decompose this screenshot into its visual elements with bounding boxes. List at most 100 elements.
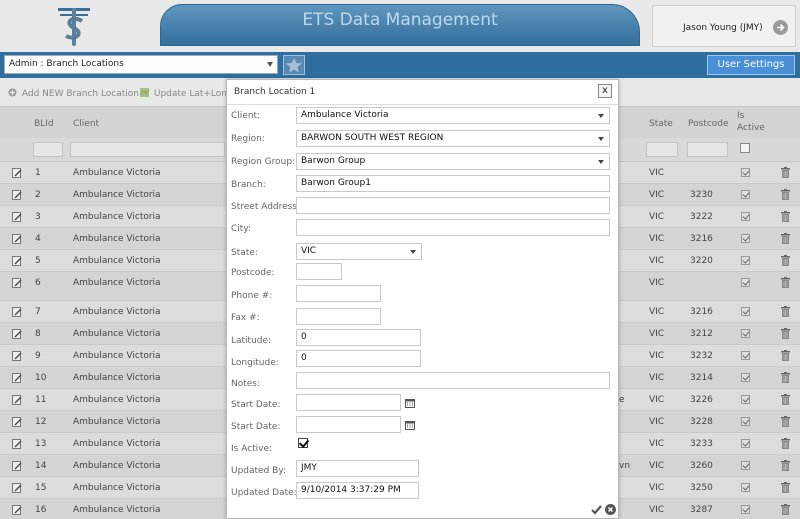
- filter-state-input[interactable]: [646, 142, 678, 157]
- trash-icon[interactable]: [781, 328, 790, 339]
- is-active-checkbox[interactable]: [741, 439, 750, 448]
- edit-icon[interactable]: [12, 212, 22, 222]
- cell-blid: 6: [35, 278, 41, 288]
- filter-postcode-input[interactable]: [687, 142, 728, 157]
- cell-state: VIC: [649, 190, 665, 200]
- edit-icon[interactable]: [12, 256, 22, 266]
- edit-icon[interactable]: [12, 234, 22, 244]
- column-header-is-active[interactable]: Is Active: [737, 110, 771, 134]
- is-active-checkbox[interactable]: [741, 307, 750, 316]
- trash-icon[interactable]: [781, 211, 790, 222]
- edit-icon[interactable]: [12, 395, 22, 405]
- favorite-star-button[interactable]: [283, 55, 305, 75]
- latitude-input[interactable]: 0: [296, 329, 421, 346]
- edit-icon[interactable]: [12, 373, 22, 383]
- is-active-checkbox[interactable]: [741, 395, 750, 404]
- state-select-value: VIC: [301, 246, 317, 256]
- trash-icon[interactable]: [781, 460, 790, 471]
- column-header-client[interactable]: Client: [73, 119, 99, 129]
- branch-input[interactable]: Barwon Group1: [296, 175, 610, 192]
- filter-client-input[interactable]: [70, 142, 225, 157]
- is-active-checkbox[interactable]: [741, 329, 750, 338]
- is-active-checkbox[interactable]: [741, 212, 750, 221]
- edit-icon[interactable]: [12, 329, 22, 339]
- edit-icon[interactable]: [12, 439, 22, 449]
- calendar-icon[interactable]: [405, 398, 415, 408]
- fax-input[interactable]: [296, 308, 381, 325]
- filter-is-active-checkbox[interactable]: [740, 143, 750, 153]
- phone-input[interactable]: [296, 285, 381, 302]
- is-active-checkbox[interactable]: [741, 190, 750, 199]
- edit-icon[interactable]: [12, 278, 22, 288]
- trash-icon[interactable]: [781, 416, 790, 427]
- trash-icon[interactable]: [781, 167, 790, 178]
- client-select[interactable]: Ambulance Victoria: [296, 107, 610, 124]
- is-active-label: Is Active:: [231, 444, 273, 454]
- is-active-checkbox[interactable]: [298, 438, 308, 448]
- notes-input[interactable]: [296, 372, 610, 389]
- cell-blid: 9: [35, 351, 41, 361]
- cancel-circle-icon[interactable]: [605, 504, 616, 515]
- edit-icon[interactable]: [12, 351, 22, 361]
- is-active-checkbox[interactable]: [741, 505, 750, 514]
- trash-icon[interactable]: [781, 394, 790, 405]
- cell-region-fragment: vn: [619, 461, 631, 471]
- filter-blid-input[interactable]: [33, 142, 63, 157]
- trash-icon[interactable]: [781, 350, 790, 361]
- edit-icon[interactable]: [12, 483, 22, 493]
- trash-icon[interactable]: [781, 482, 790, 493]
- cell-blid: 13: [35, 439, 47, 449]
- postcode-input[interactable]: [296, 263, 342, 280]
- branch-label: Branch:: [231, 180, 266, 190]
- street-address-input[interactable]: [296, 197, 610, 214]
- admin-page-select[interactable]: Admin : Branch Locations: [4, 55, 278, 74]
- is-active-checkbox[interactable]: [741, 278, 750, 287]
- edit-icon[interactable]: [12, 307, 22, 317]
- trash-icon[interactable]: [781, 233, 790, 244]
- trash-icon[interactable]: [781, 438, 790, 449]
- is-active-checkbox[interactable]: [741, 373, 750, 382]
- is-active-checkbox[interactable]: [741, 168, 750, 177]
- edit-icon[interactable]: [12, 505, 22, 515]
- is-active-checkbox[interactable]: [741, 483, 750, 492]
- edit-icon[interactable]: [12, 461, 22, 471]
- region-select[interactable]: BARWON SOUTH WEST REGION: [296, 130, 610, 147]
- cell-blid: 12: [35, 417, 47, 427]
- checkmark-icon[interactable]: [591, 505, 602, 515]
- state-select[interactable]: VIC: [296, 243, 422, 260]
- calendar-icon[interactable]: [405, 420, 415, 430]
- is-active-checkbox[interactable]: [741, 234, 750, 243]
- is-active-checkbox[interactable]: [741, 417, 750, 426]
- is-active-checkbox[interactable]: [741, 256, 750, 265]
- edit-icon[interactable]: [12, 417, 22, 427]
- edit-icon[interactable]: [12, 168, 22, 178]
- city-input[interactable]: [296, 219, 610, 236]
- trash-icon[interactable]: [781, 372, 790, 383]
- client-select-value: Ambulance Victoria: [301, 110, 389, 120]
- column-header-blid[interactable]: BLId: [34, 119, 54, 129]
- column-header-postcode[interactable]: Postcode: [688, 119, 729, 129]
- is-active-checkbox[interactable]: [741, 461, 750, 470]
- update-lat-long-button[interactable]: Update Lat+Long: [140, 88, 233, 99]
- updated-date-input[interactable]: 9/10/2014 3:37:29 PM: [296, 482, 419, 499]
- updated-by-input[interactable]: JMY: [296, 460, 419, 477]
- column-header-state[interactable]: State: [649, 119, 673, 129]
- trash-icon[interactable]: [781, 277, 790, 288]
- add-new-branch-location-button[interactable]: Add NEW Branch Location: [8, 88, 139, 99]
- edit-icon[interactable]: [12, 190, 22, 200]
- region-group-select[interactable]: Barwon Group: [296, 153, 610, 170]
- trash-icon[interactable]: [781, 255, 790, 266]
- trash-icon[interactable]: [781, 504, 790, 515]
- trash-icon[interactable]: [781, 306, 790, 317]
- is-active-checkbox[interactable]: [741, 351, 750, 360]
- longitude-input[interactable]: 0: [296, 350, 421, 367]
- user-settings-button[interactable]: User Settings: [707, 55, 795, 75]
- plus-circle-icon: [8, 88, 17, 97]
- start-date-2-input[interactable]: [296, 416, 401, 433]
- close-icon[interactable]: x: [598, 84, 612, 98]
- cell-postcode: 3226: [690, 395, 713, 405]
- dialog-divider: [227, 104, 618, 105]
- arrow-right-icon[interactable]: [773, 20, 788, 35]
- trash-icon[interactable]: [781, 189, 790, 200]
- start-date-input[interactable]: [296, 394, 401, 411]
